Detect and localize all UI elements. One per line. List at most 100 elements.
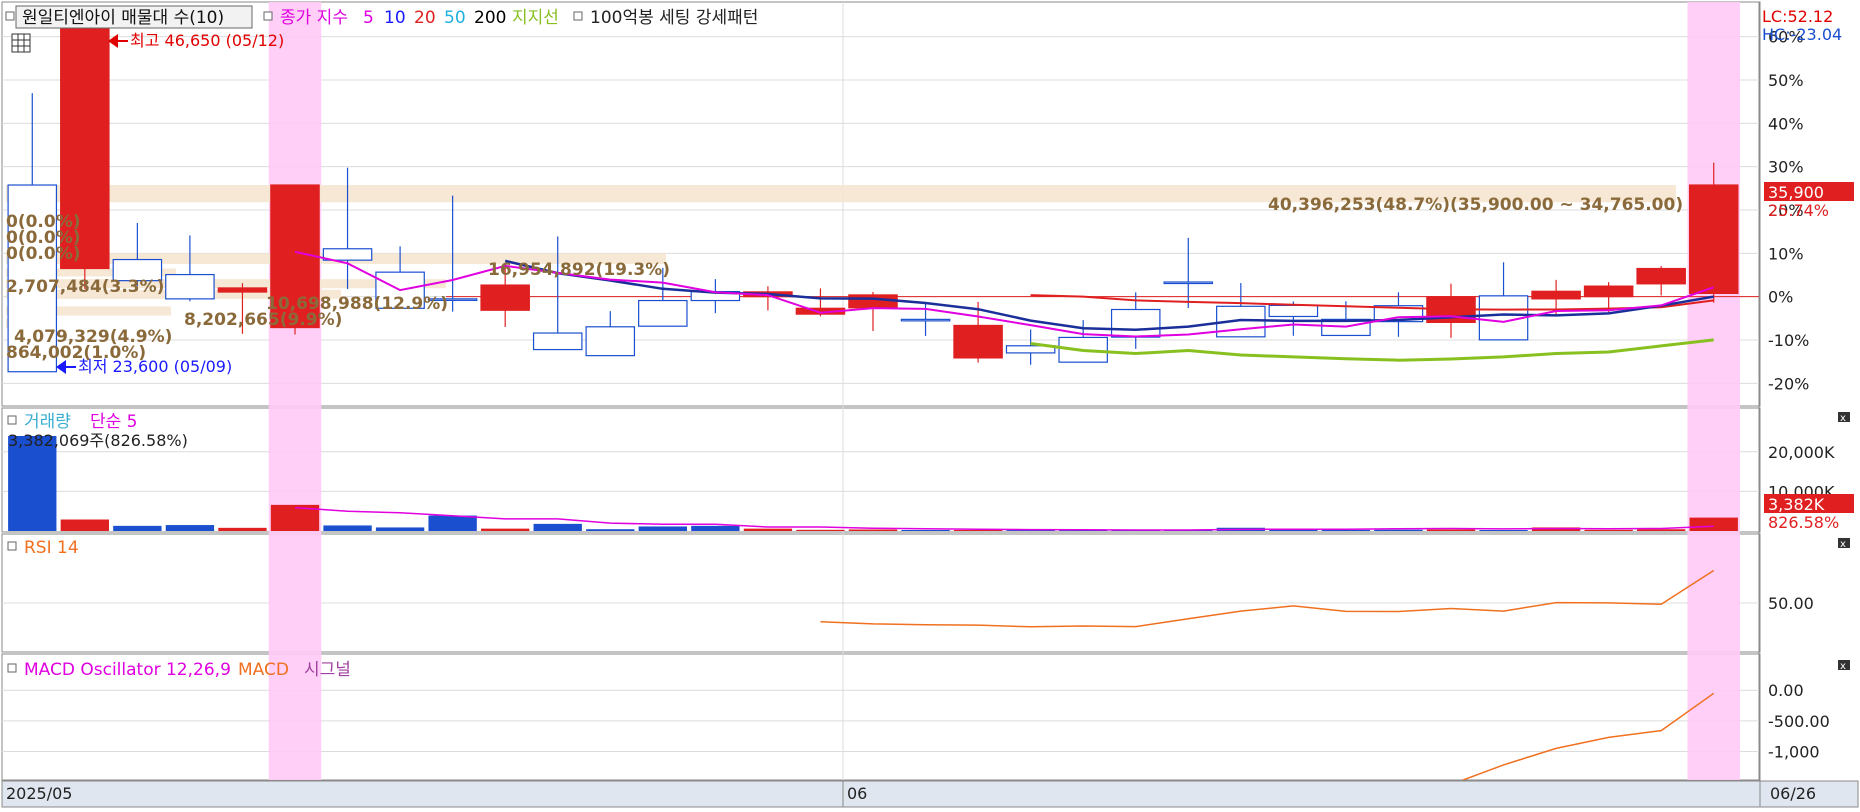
candle-body (532, 332, 583, 351)
chart-svg: 60%50%40%30%20%10%0%-10%-20%20,000K10,00… (1, 1, 1859, 808)
volume-bar (1637, 529, 1686, 531)
svg-text:x: x (1840, 413, 1846, 424)
volume-title[interactable]: 거래량 (24, 412, 71, 432)
svg-text:x: x (1840, 539, 1846, 550)
volume-bar (8, 435, 57, 531)
ma-period-5[interactable]: 5 (363, 8, 374, 28)
candle-body (1110, 308, 1161, 338)
candle-body (1163, 281, 1214, 285)
rsi-panel-frame (1, 533, 1761, 653)
rsi-title[interactable]: RSI 14 (24, 538, 79, 558)
high-marker: 최고 46,650 (05/12) (108, 31, 284, 50)
volume-bar (375, 527, 425, 531)
volume-current-pct: 826.58% (1768, 513, 1839, 532)
ma-period-200[interactable]: 200 (474, 8, 506, 28)
volume-bar (796, 529, 845, 531)
candle-body (1688, 184, 1739, 295)
profile-label-top: 40,396,253(48.7%)(35,900.00 ~ 34,765.00) (1268, 195, 1683, 215)
volume-bar (901, 529, 950, 531)
volume-bar (113, 525, 162, 531)
ma-label[interactable]: 종가 지수 (280, 8, 348, 28)
ma-bullet-icon (263, 11, 273, 21)
table-grid-icon[interactable] (11, 33, 31, 53)
volume-bar (165, 525, 215, 531)
volume-bar (1584, 529, 1633, 531)
current-price-label: 35,900 (1768, 183, 1824, 202)
rsi-tick: 50.00 (1768, 594, 1814, 613)
header-bullet-icon (5, 11, 15, 21)
volume-bar (1374, 529, 1423, 531)
pattern-bullet-icon (573, 11, 583, 21)
ma-period-20[interactable]: 20 (414, 8, 436, 28)
volume-bar (743, 528, 793, 531)
volume-bar (60, 519, 109, 531)
candle-body (1531, 290, 1581, 300)
candle-body (322, 248, 373, 261)
volume-panel-frame (1, 407, 1761, 533)
ma-period-50[interactable]: 50 (444, 8, 466, 28)
volume-close-icon[interactable]: x (1838, 412, 1850, 424)
volume-bar (481, 528, 530, 531)
volume-bar (953, 530, 1003, 531)
macd-close-icon[interactable]: x (1838, 660, 1850, 672)
hc-label: HC:-23.04 (1762, 25, 1842, 44)
profile-label-a: 2,707,484(3.3%) (6, 277, 164, 297)
current-pct-label: 25.74% (1768, 201, 1829, 220)
candle-body (1583, 285, 1634, 298)
stock-name[interactable]: 원일티엔아이 매물대 수(10) (22, 8, 224, 28)
volume-bar (1426, 529, 1476, 531)
price-pct-tick: -10% (1768, 331, 1809, 350)
candle-body (1636, 267, 1686, 285)
volume-bar (1479, 530, 1528, 531)
volume-bar (1689, 517, 1738, 531)
ma-period-10[interactable]: 10 (384, 8, 406, 28)
xaxis-label-end: 06/26 (1770, 784, 1816, 803)
xaxis-label-start: 2025/05 (6, 784, 72, 803)
lc-label: LC:52.12 (1762, 7, 1833, 26)
profile-label-0c: 0(0.0%) (6, 244, 81, 264)
volume-bullet-icon (7, 415, 17, 425)
volume-ma-label[interactable]: 단순 5 (90, 412, 138, 432)
profile-label-e: 864,002(1.0%) (6, 343, 146, 363)
macd-tick: -1,000 (1768, 742, 1820, 761)
candle-body (217, 287, 268, 293)
price-pct-tick: -20% (1768, 374, 1809, 393)
highlight-band (1687, 2, 1740, 780)
price-pct-tick: 0% (1768, 288, 1793, 307)
support-label[interactable]: 지지선 (512, 8, 559, 28)
high-note: 최고 46,650 (05/12) (130, 31, 284, 50)
volume-bar (323, 525, 372, 531)
price-pct-tick: 50% (1768, 71, 1804, 90)
candle-body (848, 294, 898, 309)
volume-current-label: 3,382K (1768, 495, 1825, 514)
rsi-close-icon[interactable]: x (1838, 538, 1850, 550)
macd-bullet-icon (7, 663, 17, 673)
svg-text:x: x (1840, 661, 1846, 672)
chart-root: 60% 50% 40% 30% 20% 10% 0% -10% -20% 20,000K 10,00… (0, 0, 1860, 808)
candle-body (1268, 304, 1319, 318)
rsi-bullet-icon (7, 541, 17, 551)
macd-osc-label[interactable]: MACD Oscillator 12,26,9 (24, 660, 231, 680)
volume-bar (848, 529, 898, 531)
candle-body (953, 324, 1003, 359)
volume-tick: 20,000K (1768, 443, 1835, 462)
volume-bar (1321, 529, 1371, 531)
macd-tick: 0.00 (1768, 681, 1804, 700)
macd-label[interactable]: MACD (238, 660, 289, 680)
volume-bar (533, 523, 582, 531)
candle-body (165, 273, 215, 300)
candle-body (585, 326, 636, 357)
volume-bar (691, 525, 740, 531)
price-pct-tick: 10% (1768, 244, 1804, 263)
xaxis-label-06: 06 (847, 784, 867, 803)
volume-bar (586, 529, 635, 531)
xaxis-band (1, 780, 1859, 808)
profile-label-c: 8,202,665(9.9%) (184, 310, 342, 330)
macd-signal-label[interactable]: 시그널 (304, 660, 351, 680)
volume-first-bar-label: 3,382,069주(826.58%) (8, 431, 188, 450)
pattern-label[interactable]: 100억봉 세팅 강세패턴 (590, 8, 758, 28)
volume-bar (428, 515, 477, 531)
price-pct-tick: 40% (1768, 114, 1804, 133)
candle-body (480, 284, 530, 311)
volume-bar (638, 526, 687, 531)
